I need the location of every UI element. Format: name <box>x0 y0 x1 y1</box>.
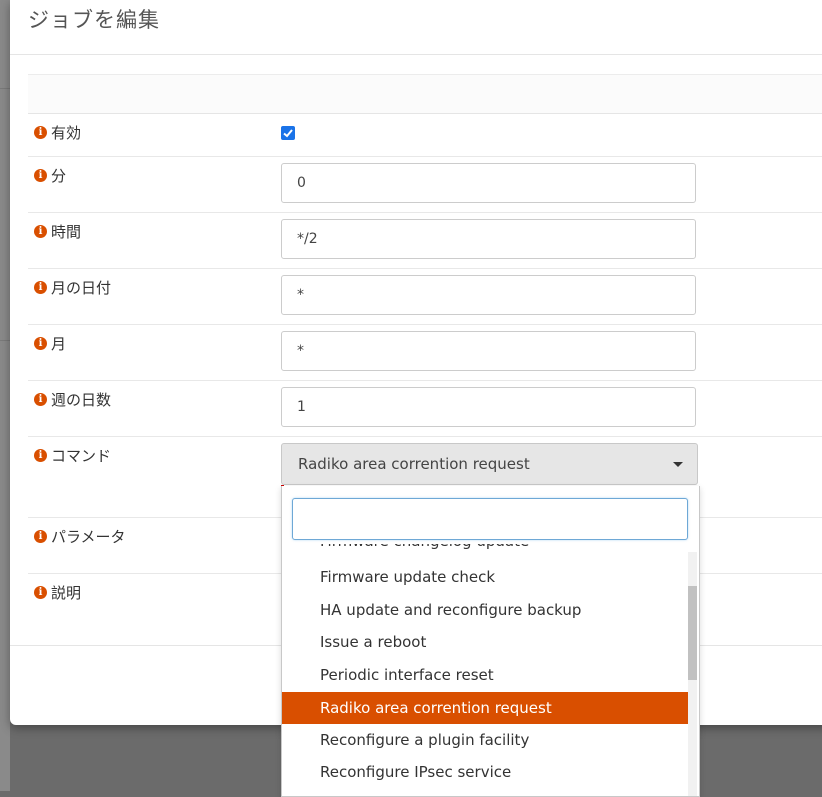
info-icon[interactable]: i <box>34 281 47 294</box>
label-minute-text: 分 <box>51 167 67 185</box>
info-icon[interactable]: i <box>34 225 47 238</box>
dropdown-option[interactable]: Periodic interface reset <box>282 659 688 691</box>
hour-input[interactable] <box>281 219 696 259</box>
command-select-value: Radiko area corrention request <box>298 455 530 473</box>
label-command-text: コマンド <box>51 447 112 465</box>
command-dropdown: Firmware changelog update Firmware updat… <box>281 486 700 797</box>
info-icon[interactable]: i <box>34 337 47 350</box>
dropdown-option[interactable]: Reconfigure IPsec service <box>282 756 688 788</box>
dropdown-option[interactable]: Firmware changelog update <box>282 544 688 557</box>
info-icon[interactable]: i <box>34 393 47 406</box>
label-command: i コマンド <box>34 445 111 466</box>
label-minute: i 分 <box>34 165 66 186</box>
dropdown-scrollbar-thumb[interactable] <box>688 586 697 680</box>
dropdown-option[interactable]: Issue a reboot <box>282 626 688 658</box>
dropdown-option[interactable]: HA update and reconfigure backup <box>282 594 688 626</box>
modal-header: ジョブを編集 <box>10 0 822 55</box>
row-day-of-week: i 週の日数 <box>28 381 822 437</box>
backdrop <box>0 0 10 791</box>
dropdown-option[interactable]: Firmware update check <box>282 561 688 593</box>
dropdown-option-selected[interactable]: Radiko area corrention request <box>282 692 688 724</box>
label-description-text: 説明 <box>51 584 82 602</box>
label-parameters-text: パラメータ <box>51 528 126 546</box>
row-month: i 月 <box>28 325 822 381</box>
command-select[interactable]: Radiko area corrention request <box>281 443 698 485</box>
label-description: i 説明 <box>34 582 81 603</box>
month-input[interactable] <box>281 331 696 371</box>
day-of-month-input[interactable] <box>281 275 696 315</box>
row-hour: i 時間 <box>28 213 822 269</box>
dropdown-option[interactable]: Reconfigure a plugin facility <box>282 724 688 756</box>
label-hour-text: 時間 <box>51 223 82 241</box>
label-day-of-week: i 週の日数 <box>34 389 111 410</box>
label-enabled: i 有効 <box>34 122 81 143</box>
enabled-checkbox[interactable] <box>281 126 295 140</box>
info-icon[interactable]: i <box>34 530 47 543</box>
label-month-text: 月 <box>51 335 67 353</box>
label-day-of-month-text: 月の日付 <box>51 279 112 297</box>
modal-title: ジョブを編集 <box>28 8 160 32</box>
caret-down-icon <box>673 462 683 467</box>
info-icon[interactable]: i <box>34 586 47 599</box>
label-hour: i 時間 <box>34 221 81 242</box>
info-icon[interactable]: i <box>34 169 47 182</box>
checkmark-icon <box>283 129 293 138</box>
row-enabled: i 有効 <box>28 114 822 157</box>
row-day-of-month: i 月の日付 <box>28 269 822 325</box>
label-parameters: i パラメータ <box>34 526 126 547</box>
label-day-of-month: i 月の日付 <box>34 277 111 298</box>
info-icon[interactable]: i <box>34 126 47 139</box>
label-month: i 月 <box>34 333 66 354</box>
info-icon[interactable]: i <box>34 449 47 462</box>
row-minute: i 分 <box>28 157 822 213</box>
dropdown-options-list: Firmware changelog update Firmware updat… <box>282 544 688 796</box>
label-enabled-text: 有効 <box>51 124 82 142</box>
form-header-row <box>28 74 822 114</box>
dropdown-search-input[interactable] <box>292 498 688 540</box>
day-of-week-input[interactable] <box>281 387 696 427</box>
minute-input[interactable] <box>281 163 696 203</box>
label-day-of-week-text: 週の日数 <box>51 391 112 409</box>
